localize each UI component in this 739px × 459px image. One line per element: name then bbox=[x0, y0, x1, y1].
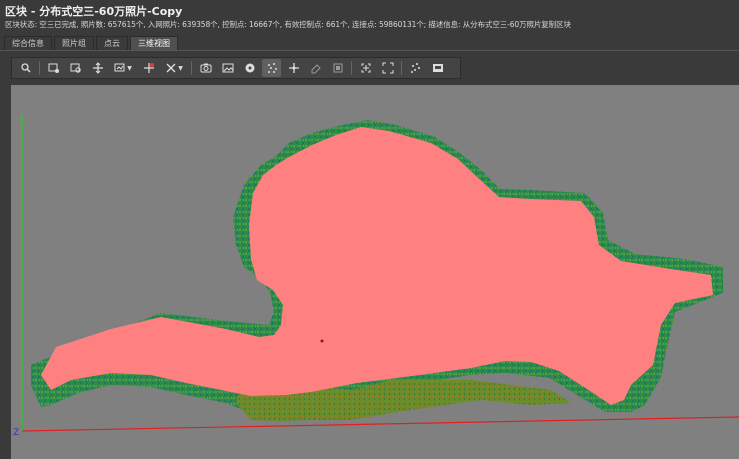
camera-button[interactable] bbox=[196, 59, 215, 77]
tab-point-cloud[interactable]: 点云 bbox=[96, 36, 128, 51]
display-dropdown-icon bbox=[114, 63, 125, 72]
chevron-down-icon: ▼ bbox=[178, 64, 183, 72]
display-dropdown-button[interactable]: ▼ bbox=[110, 59, 136, 77]
tie-points-icon bbox=[267, 63, 277, 73]
eraser-button[interactable] bbox=[306, 59, 325, 77]
control-point-button[interactable] bbox=[240, 59, 259, 77]
toolbar-area: ▼ ▼ bbox=[0, 51, 739, 85]
fit-icon bbox=[382, 62, 393, 74]
tab-3d-view[interactable]: 三维视图 bbox=[130, 36, 178, 51]
photo-search-button[interactable] bbox=[66, 59, 85, 77]
model-tie-points bbox=[41, 127, 713, 405]
move-icon bbox=[92, 62, 103, 74]
axis-dropdown-icon bbox=[166, 63, 176, 73]
frame-button[interactable] bbox=[328, 59, 347, 77]
pan-button[interactable] bbox=[284, 59, 303, 77]
measure-icon bbox=[143, 63, 154, 73]
axis-dropdown-button[interactable]: ▼ bbox=[161, 59, 187, 77]
select-photo-icon bbox=[48, 63, 59, 73]
block-status-text: 区块状态: 空三已完成, 照片数: 657615个, 入网照片: 639358个… bbox=[5, 20, 571, 29]
screenshot-icon bbox=[432, 64, 443, 72]
photo-search-icon bbox=[70, 63, 81, 73]
eraser-icon bbox=[311, 64, 321, 74]
tab-bar: 综合信息 照片组 点云 三维视图 bbox=[4, 36, 180, 51]
photo-view-button[interactable] bbox=[218, 59, 237, 77]
x-axis-line bbox=[21, 416, 739, 432]
view-mode-button[interactable] bbox=[16, 59, 35, 77]
frame-icon bbox=[333, 63, 342, 73]
tie-points-button[interactable] bbox=[262, 59, 281, 77]
toolbar-separator bbox=[39, 61, 40, 75]
scatter-icon bbox=[410, 63, 420, 73]
zoom-extent-icon bbox=[361, 63, 370, 73]
fit-button[interactable] bbox=[378, 59, 397, 77]
toolbar-separator bbox=[401, 61, 402, 75]
control-point-icon bbox=[245, 63, 254, 73]
chevron-down-icon: ▼ bbox=[127, 64, 132, 72]
tab-photo-groups[interactable]: 照片组 bbox=[54, 36, 94, 51]
move-button[interactable] bbox=[88, 59, 107, 77]
3d-scene: Z bbox=[13, 114, 739, 438]
select-photo-button[interactable] bbox=[44, 59, 63, 77]
scatter-button[interactable] bbox=[406, 59, 425, 77]
toolbar-separator bbox=[191, 61, 192, 75]
tab-overview[interactable]: 综合信息 bbox=[4, 36, 52, 51]
model-marker bbox=[320, 339, 324, 343]
measure-button[interactable] bbox=[139, 59, 158, 77]
window-title: 区块 - 分布式空三-60万照片-Copy bbox=[5, 5, 183, 18]
zoom-extent-button[interactable] bbox=[356, 59, 375, 77]
toolbar-separator bbox=[351, 61, 352, 75]
screenshot-button[interactable] bbox=[428, 59, 447, 77]
camera-icon bbox=[200, 63, 211, 73]
photo-view-icon bbox=[222, 63, 233, 73]
view-toolbar: ▼ ▼ bbox=[11, 57, 461, 79]
pan-icon bbox=[288, 63, 299, 73]
z-axis-label: Z bbox=[13, 428, 19, 438]
3d-viewport[interactable]: Z bbox=[11, 85, 739, 459]
view-mode-icon bbox=[20, 63, 31, 73]
